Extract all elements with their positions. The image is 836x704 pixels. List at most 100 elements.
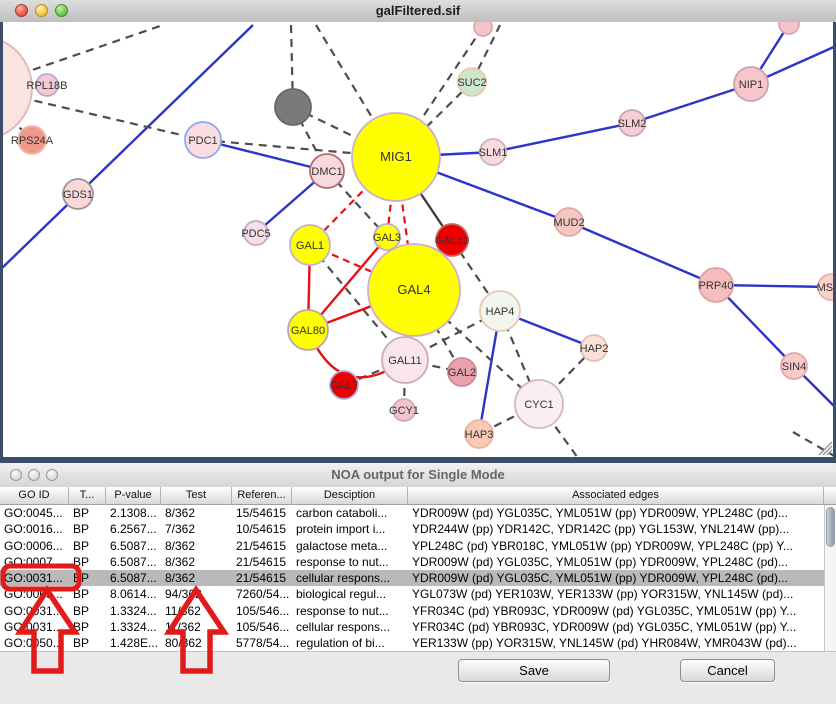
table-cell[interactable]: galactose meta... — [292, 538, 408, 554]
table-row[interactable]: GO:0065...BP8.0614...94/3627260/54...bio… — [0, 586, 824, 602]
table-cell[interactable]: BP — [69, 554, 106, 570]
table-cell[interactable]: 105/546... — [232, 603, 292, 619]
network-canvas[interactable]: RPL18BRPS24AGDS1PDC1DMC1MIG1SUC2SLM1SLM2… — [0, 22, 836, 463]
table-cell[interactable]: YPL248C (pd) YBR018C, YML051W (pp) YDR00… — [408, 538, 824, 554]
table-row[interactable]: GO:0016...BP6.2567...7/36210/54615protei… — [0, 521, 824, 537]
table-cell[interactable]: cellular respons... — [292, 570, 408, 586]
table-cell[interactable]: GO:0065... — [0, 586, 69, 602]
table-cell[interactable]: 6.5087... — [106, 538, 161, 554]
table-cell[interactable]: BP — [69, 603, 106, 619]
network-node-hap3[interactable]: HAP3 — [465, 420, 494, 448]
table-cell[interactable]: YER133W (pp) YOR315W, YNL145W (pd) YHR08… — [408, 635, 824, 651]
table-cell[interactable]: 5778/54... — [232, 635, 292, 651]
table-cell[interactable]: GO:0007... — [0, 554, 69, 570]
table-cell[interactable]: YDR009W (pd) YGL035C, YML051W (pp) YDR00… — [408, 570, 824, 586]
table-row[interactable]: GO:0050...BP1.428E...80/3625778/54...reg… — [0, 635, 824, 651]
table-cell[interactable]: 21/54615 — [232, 538, 292, 554]
network-node-gal11[interactable]: GAL11 — [382, 337, 428, 383]
network-node-hap2[interactable]: HAP2 — [580, 335, 609, 361]
network-node-sin4[interactable]: SIN4 — [781, 353, 807, 379]
table-cell[interactable]: YDR009W (pd) YGL035C, YML051W (pp) YDR00… — [408, 505, 824, 521]
network-node-mig1[interactable]: MIG1 — [352, 113, 440, 201]
table-cell[interactable]: 11/362 — [161, 619, 232, 635]
table-cell[interactable]: cellular respons... — [292, 619, 408, 635]
network-node-gal80[interactable]: GAL80 — [288, 310, 328, 350]
network-node-slm2[interactable]: SLM2 — [618, 110, 647, 136]
table-row[interactable]: GO:0031...BP1.3324...11/362105/546...cel… — [0, 619, 824, 635]
table-cell[interactable]: 1.3324... — [106, 603, 161, 619]
cancel-button[interactable]: Cancel — [680, 659, 775, 682]
table-row[interactable]: GO:0045...BP2.1308...8/36215/54615carbon… — [0, 505, 824, 521]
close-button-icon[interactable] — [15, 4, 28, 17]
table-cell[interactable]: 21/54615 — [232, 570, 292, 586]
table-cell[interactable]: 6.5087... — [106, 570, 161, 586]
table-cell[interactable]: GO:0045... — [0, 505, 69, 521]
table-cell[interactable]: 7260/54... — [232, 586, 292, 602]
table-cell[interactable]: GO:0016... — [0, 521, 69, 537]
network-node-pdc1[interactable]: PDC1 — [185, 122, 221, 158]
column-header-p-value[interactable]: P-value — [106, 487, 161, 505]
table-row[interactable]: GO:0031...BP1.3324...11/362105/546...res… — [0, 603, 824, 619]
table-cell[interactable]: YDR244W (pp) YDR142C, YDR142C (pp) YGL15… — [408, 521, 824, 537]
table-cell[interactable]: BP — [69, 538, 106, 554]
network-node-gal3[interactable]: GAL3 — [373, 224, 401, 250]
table-cell[interactable]: protein import i... — [292, 521, 408, 537]
network-node-gal7[interactable]: GAL7 — [330, 371, 358, 399]
table-row[interactable]: GO:0031...BP6.5087...8/36221/54615cellul… — [0, 570, 824, 586]
table-cell[interactable]: GO:0031... — [0, 570, 69, 586]
network-node-slm1[interactable]: SLM1 — [479, 139, 508, 165]
zoom-button-icon[interactable] — [46, 469, 58, 481]
minimize-button-icon[interactable] — [35, 4, 48, 17]
network-node-gcy1[interactable]: GCY1 — [389, 399, 419, 421]
table-cell[interactable]: biological regul... — [292, 586, 408, 602]
table-cell[interactable]: GO:0050... — [0, 635, 69, 651]
table-cell[interactable]: YDR009W (pd) YGL035C, YML051W (pp) YDR00… — [408, 554, 824, 570]
column-header-referen[interactable]: Referen... — [232, 487, 292, 505]
table-cell[interactable]: BP — [69, 586, 106, 602]
table-cell[interactable]: 1.428E... — [106, 635, 161, 651]
table-row[interactable]: GO:0006...BP6.5087...8/36221/54615galact… — [0, 538, 824, 554]
save-button[interactable]: Save — [458, 659, 610, 682]
network-edge[interactable] — [493, 123, 632, 152]
network-node[interactable] — [779, 22, 799, 34]
network-node[interactable] — [275, 89, 311, 125]
network-graph[interactable]: RPL18BRPS24AGDS1PDC1DMC1MIG1SUC2SLM1SLM2… — [0, 22, 836, 463]
table-cell[interactable]: 8.0614... — [106, 586, 161, 602]
table-cell[interactable]: 80/362 — [161, 635, 232, 651]
table-cell[interactable]: BP — [69, 505, 106, 521]
table-cell[interactable]: response to nut... — [292, 603, 408, 619]
table-cell[interactable]: GO:0031... — [0, 603, 69, 619]
network-node-rps24a[interactable]: RPS24A — [11, 126, 54, 154]
network-node-gds1[interactable]: GDS1 — [63, 179, 93, 209]
table-cell[interactable]: 8/362 — [161, 538, 232, 554]
network-node[interactable] — [474, 22, 492, 36]
table-cell[interactable]: 15/54615 — [232, 505, 292, 521]
table-cell[interactable]: 8/362 — [161, 570, 232, 586]
network-node-dmc1[interactable]: DMC1 — [310, 154, 344, 188]
table-cell[interactable]: 7/362 — [161, 521, 232, 537]
table-cell[interactable]: 6.2567... — [106, 521, 161, 537]
scrollbar-thumb[interactable] — [826, 507, 835, 547]
column-header-associated-edges[interactable]: Associated edges — [408, 487, 824, 505]
network-node-mud2[interactable]: MUD2 — [553, 208, 584, 236]
network-edge[interactable] — [569, 222, 716, 285]
minimize-button-icon[interactable] — [28, 469, 40, 481]
table-cell[interactable]: 94/362 — [161, 586, 232, 602]
table-cell[interactable]: regulation of bi... — [292, 635, 408, 651]
close-button-icon[interactable] — [10, 469, 22, 481]
column-header-go-id[interactable]: GO ID — [0, 487, 69, 505]
network-edge[interactable] — [632, 84, 751, 123]
column-header-test[interactable]: Test — [161, 487, 232, 505]
network-node-hap4[interactable]: HAP4 — [480, 291, 520, 331]
network-node-gal2[interactable]: GAL2 — [448, 358, 476, 386]
table-cell[interactable]: 105/546... — [232, 619, 292, 635]
table-cell[interactable]: YGL073W (pd) YER103W, YER133W (pp) YOR31… — [408, 586, 824, 602]
network-node-gal4[interactable]: GAL4 — [368, 244, 460, 336]
table-cell[interactable]: YFR034C (pd) YBR093C, YDR009W (pd) YGL03… — [408, 603, 824, 619]
table-cell[interactable]: 1.3324... — [106, 619, 161, 635]
table-cell[interactable]: BP — [69, 619, 106, 635]
column-header-t[interactable]: T... — [69, 487, 106, 505]
table-cell[interactable]: YFR034C (pd) YBR093C, YDR009W (pd) YGL03… — [408, 619, 824, 635]
table-cell[interactable]: 21/54615 — [232, 554, 292, 570]
table-cell[interactable]: BP — [69, 521, 106, 537]
